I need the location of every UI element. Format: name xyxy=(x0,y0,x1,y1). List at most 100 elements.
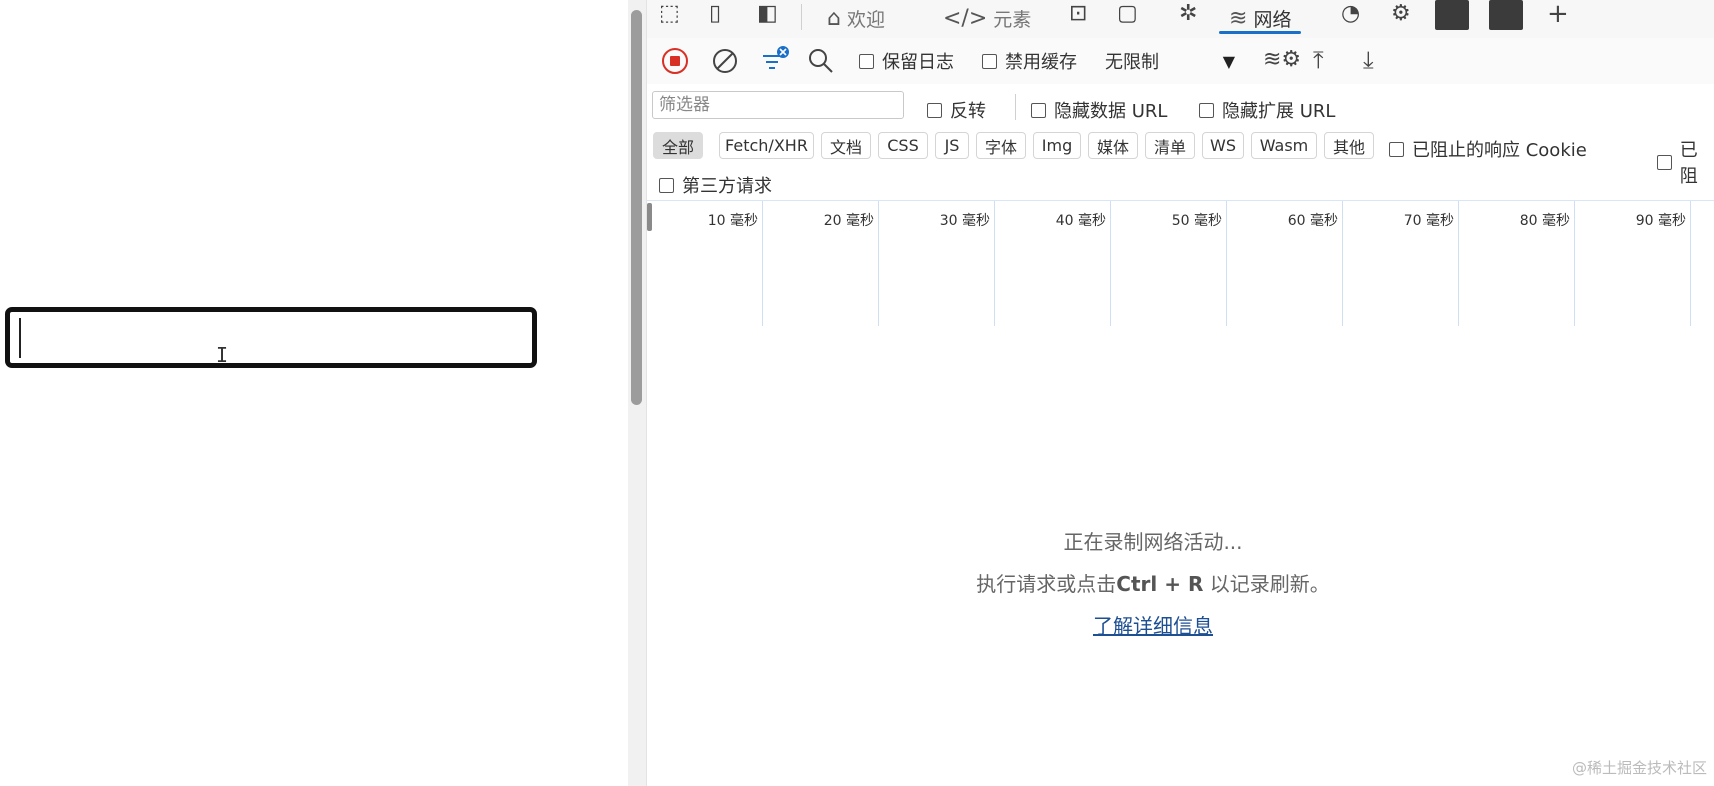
add-tab-icon[interactable]: + xyxy=(1547,1,1569,27)
type-chip-label: Img xyxy=(1041,136,1073,155)
console-icon[interactable]: ⊡ xyxy=(1069,2,1087,26)
preserve-log-toggle[interactable]: 保留日志 xyxy=(859,48,954,74)
type-chip-label: 字体 xyxy=(984,137,1017,157)
timeline-tick-label: 20 毫秒 xyxy=(823,213,874,229)
preserve-log-checkbox[interactable] xyxy=(859,53,874,69)
blocked-cookies-toggle[interactable]: 已阻止的响应 Cookie xyxy=(1389,136,1587,162)
type-chip-wasm[interactable]: Wasm xyxy=(1251,132,1317,159)
type-chip-label: Fetch/XHR xyxy=(725,136,808,155)
disable-cache-label: 禁用缓存 xyxy=(1005,52,1077,73)
wifi-icon: ≋ xyxy=(1229,5,1248,31)
type-chip-ws[interactable]: WS xyxy=(1202,132,1244,159)
debugger-bug-icon[interactable]: ✲ xyxy=(1179,2,1197,26)
type-chip-label: JS xyxy=(944,136,960,155)
type-chip-manifest[interactable]: 清单 xyxy=(1145,132,1195,159)
page-content: I xyxy=(0,0,628,786)
timeline-tick: 90 毫秒 xyxy=(1575,201,1691,327)
timeline-tick-label: 50 毫秒 xyxy=(1171,213,1222,229)
throttling-value: 无限制 xyxy=(1105,52,1159,73)
ibeam-cursor-icon: I xyxy=(216,343,229,367)
third-party-toggle[interactable]: 第三方请求 xyxy=(659,172,772,198)
type-chip-label: 其他 xyxy=(1332,137,1365,157)
devtools-panel: ⬚ ▯ ◧ ⌂ 欢迎 </> 元素 ⊡ ▢ ✲ ≋ 网络 ◔ ⚙ + 保留日志 … xyxy=(646,0,1714,786)
hide-extension-urls-toggle[interactable]: 隐藏扩展 URL xyxy=(1199,97,1335,123)
sources-icon[interactable]: ▢ xyxy=(1117,2,1138,26)
preserve-log-label: 保留日志 xyxy=(882,52,954,73)
timeline-tick-label: 10 毫秒 xyxy=(707,213,758,229)
type-chip-label: 媒体 xyxy=(1096,137,1129,157)
tab-placeholder-1[interactable] xyxy=(1435,0,1469,30)
dock-sidebar-icon[interactable]: ◧ xyxy=(757,2,778,26)
inspect-element-icon[interactable]: ⬚ xyxy=(659,2,680,26)
type-chip-media[interactable]: 媒体 xyxy=(1088,132,1138,159)
hide-data-urls-toggle[interactable]: 隐藏数据 URL xyxy=(1031,97,1167,123)
dropdown-arrow-icon: ▼ xyxy=(1222,51,1235,71)
tab-elements-label: 元素 xyxy=(993,8,1032,31)
network-timeline-overview[interactable]: 10 毫秒 20 毫秒 30 毫秒 40 毫秒 50 毫秒 60 毫秒 70 毫… xyxy=(647,200,1714,328)
invert-toggle[interactable]: 反转 xyxy=(927,97,986,123)
device-emulation-icon[interactable]: ▯ xyxy=(709,2,721,26)
type-chip-other[interactable]: 其他 xyxy=(1324,132,1374,159)
hide-data-urls-label: 隐藏数据 URL xyxy=(1054,101,1168,122)
search-icon[interactable] xyxy=(807,47,835,75)
disable-cache-checkbox[interactable] xyxy=(982,53,997,69)
text-input[interactable] xyxy=(5,307,537,368)
filter-input[interactable] xyxy=(652,91,904,119)
type-chip-fetch-xhr[interactable]: Fetch/XHR xyxy=(719,132,814,159)
filter-toggle-icon[interactable] xyxy=(759,44,793,76)
type-chip-font[interactable]: 字体 xyxy=(976,132,1026,159)
type-chip-label: 全部 xyxy=(661,137,694,157)
type-chip-img[interactable]: Img xyxy=(1033,132,1081,159)
tab-elements[interactable]: </> 元素 xyxy=(943,0,1031,36)
recording-message: 正在录制网络活动... xyxy=(1063,530,1243,554)
hide-extension-urls-label: 隐藏扩展 URL xyxy=(1222,101,1336,122)
settings-gear-icon[interactable]: ⚙ xyxy=(1391,2,1411,26)
learn-more-row: 了解详细信息 xyxy=(647,610,1659,639)
home-icon: ⌂ xyxy=(827,5,841,31)
refresh-hint-suffix: 以记录刷新。 xyxy=(1203,572,1330,596)
refresh-hint-prefix: 执行请求或点击 xyxy=(976,572,1117,596)
tab-placeholder-2[interactable] xyxy=(1489,0,1523,30)
timeline-tick: 30 毫秒 xyxy=(879,201,995,327)
type-chip-label: 清单 xyxy=(1153,137,1186,157)
export-har-icon[interactable]: ⤓ xyxy=(1363,46,1374,74)
code-icon: </> xyxy=(943,5,988,31)
timeline-tick: 50 毫秒 xyxy=(1111,201,1227,327)
timeline-tick-label: 40 毫秒 xyxy=(1055,213,1106,229)
timeline-tick-label: 60 毫秒 xyxy=(1287,213,1338,229)
throttling-select[interactable]: 无限制 ▼ xyxy=(1105,46,1247,76)
type-chip-all[interactable]: 全部 xyxy=(653,132,703,159)
timeline-tick: 10 毫秒 xyxy=(647,201,763,327)
page-scrollbar[interactable] xyxy=(628,0,646,786)
tab-network[interactable]: ≋ 网络 xyxy=(1219,0,1302,36)
performance-gauge-icon[interactable]: ◔ xyxy=(1341,2,1360,26)
blocked-cookies-checkbox[interactable] xyxy=(1389,141,1404,157)
hide-extension-urls-checkbox[interactable] xyxy=(1199,102,1214,118)
refresh-shortcut: Ctrl + R xyxy=(1116,572,1204,596)
filter-row: 反转 隐藏数据 URL 隐藏扩展 URL xyxy=(647,84,1714,128)
clear-icon[interactable] xyxy=(711,47,739,75)
filter-separator xyxy=(1015,94,1016,120)
timeline-tick-label: 70 毫秒 xyxy=(1403,213,1454,229)
invert-checkbox[interactable] xyxy=(927,102,942,118)
refresh-hint: 执行请求或点击Ctrl + R 以记录刷新。 xyxy=(647,568,1659,597)
page-scrollbar-thumb[interactable] xyxy=(631,10,642,405)
hide-data-urls-checkbox[interactable] xyxy=(1031,102,1046,118)
import-har-icon[interactable]: ⤒ xyxy=(1313,46,1324,74)
type-chip-label: WS xyxy=(1210,136,1236,155)
third-party-checkbox[interactable] xyxy=(659,177,674,193)
network-toolbar: 保留日志 禁用缓存 无限制 ▼ ≋⚙ ⤒ ⤓ xyxy=(647,38,1714,85)
type-chip-css[interactable]: CSS xyxy=(878,132,928,159)
type-chip-label: Wasm xyxy=(1259,136,1309,155)
toolbar-separator xyxy=(801,4,802,30)
type-chip-doc[interactable]: 文档 xyxy=(821,132,871,159)
disable-cache-toggle[interactable]: 禁用缓存 xyxy=(982,48,1077,74)
record-icon[interactable] xyxy=(661,47,689,75)
type-chip-js[interactable]: JS xyxy=(935,132,969,159)
tab-welcome[interactable]: ⌂ 欢迎 xyxy=(827,0,885,36)
network-conditions-icon[interactable]: ≋⚙ xyxy=(1263,46,1301,74)
text-caret xyxy=(19,318,21,358)
learn-more-link[interactable]: 了解详细信息 xyxy=(1093,614,1213,638)
type-chip-label: 文档 xyxy=(829,137,862,157)
tab-network-label: 网络 xyxy=(1253,8,1292,31)
